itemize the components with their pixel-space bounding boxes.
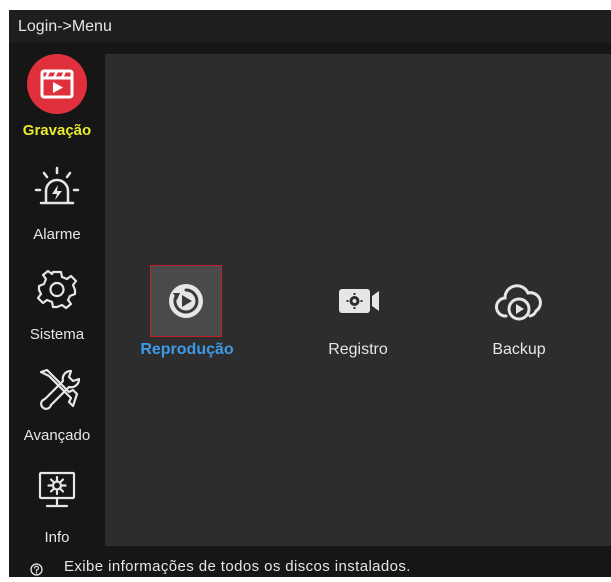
sidebar-item-label: Info — [44, 529, 70, 546]
help-icon — [30, 562, 43, 576]
info-monitor-icon — [27, 461, 87, 521]
recording-icon — [27, 54, 87, 114]
tile-label: Backup — [492, 341, 546, 358]
sidebar-item-sistema[interactable]: Sistema — [9, 253, 105, 353]
sidebar-item-label: Avançado — [23, 427, 91, 444]
status-text: Exibe informações de todos os discos ins… — [64, 558, 411, 575]
sidebar-item-label: Sistema — [29, 326, 85, 343]
breadcrumb: Login->Menu — [18, 18, 112, 35]
sidebar-item-avancado[interactable]: Avançado — [9, 353, 105, 453]
sidebar-item-alarme[interactable]: Alarme — [9, 153, 105, 253]
playback-icon — [150, 265, 222, 337]
tile-label: Registro — [328, 341, 388, 358]
status-bar: Exibe informações de todos os discos ins… — [9, 557, 611, 577]
main-panel: Reprodução Registro Backup — [105, 54, 611, 546]
tile-reproducao[interactable]: Reprodução — [130, 265, 250, 376]
tile-registro[interactable]: Registro — [302, 266, 422, 376]
video-camera-icon — [322, 266, 392, 336]
sidebar: Gravação Alarme Sistema Avançado Info — [9, 43, 105, 557]
tile-label: Reprodução — [140, 341, 234, 358]
sidebar-item-label: Gravação — [22, 122, 92, 139]
cloud-play-icon — [484, 266, 554, 336]
sidebar-item-info[interactable]: Info — [9, 453, 105, 557]
dvr-menu-window: Login->Menu Gravação Alarme Sistema Avan… — [9, 10, 611, 577]
breadcrumb-bar: Login->Menu — [9, 10, 611, 43]
gear-icon — [27, 258, 87, 318]
tile-backup[interactable]: Backup — [469, 266, 589, 376]
sidebar-item-gravacao[interactable]: Gravação — [9, 43, 105, 153]
alarm-icon — [27, 158, 87, 218]
sidebar-item-label: Alarme — [33, 226, 81, 243]
tools-icon — [27, 359, 87, 419]
